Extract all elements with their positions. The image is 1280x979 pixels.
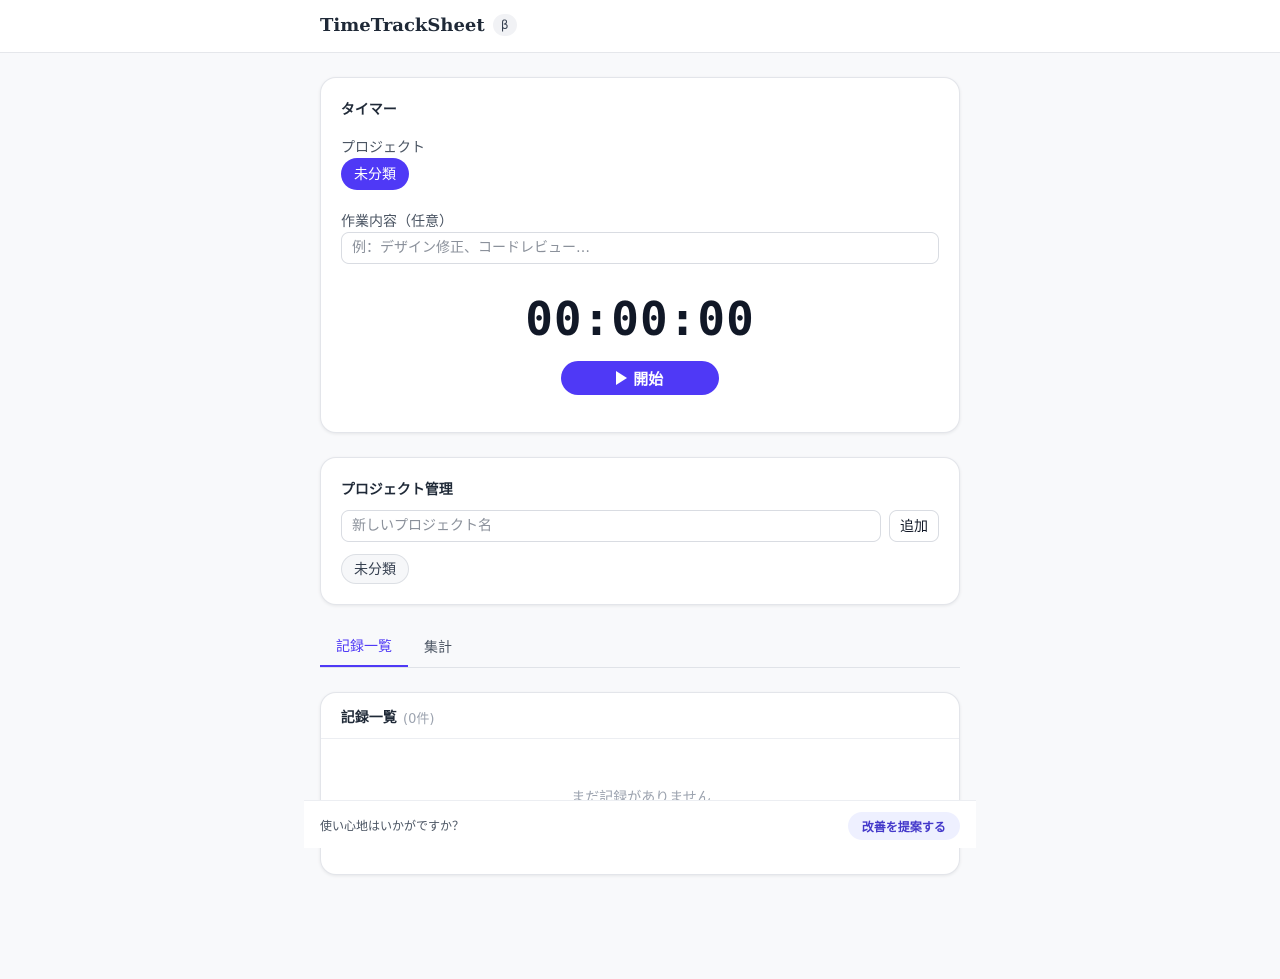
- project-management-title: プロジェクト管理: [341, 482, 453, 498]
- suggest-improvement-button[interactable]: 改善を提案する: [848, 812, 960, 840]
- play-icon: [616, 371, 628, 385]
- records-header: 記録一覧 (0件): [321, 693, 959, 739]
- timer-card-title: タイマー: [341, 102, 397, 118]
- task-label: 作業内容（任意）: [341, 214, 453, 230]
- start-button[interactable]: 開始: [561, 361, 719, 395]
- tab-records[interactable]: 記録一覧: [320, 626, 408, 667]
- new-project-input[interactable]: [341, 510, 881, 542]
- tab-summary[interactable]: 集計: [408, 626, 468, 667]
- start-button-label: 開始: [633, 370, 664, 388]
- task-input[interactable]: [341, 232, 939, 264]
- feedback-bar: 使い心地はいかがですか？ 改善を提案する: [304, 800, 976, 848]
- add-project-button[interactable]: 追加: [889, 510, 939, 542]
- project-label: プロジェクト: [341, 140, 425, 156]
- project-chip-selected[interactable]: 未分類: [341, 158, 409, 190]
- app-title: TimeTrackSheet: [320, 14, 485, 36]
- top-bar: TimeTrackSheet β: [0, 0, 1280, 53]
- project-management-card: プロジェクト管理 追加 未分類: [320, 457, 960, 605]
- brand: TimeTrackSheet β: [320, 14, 517, 36]
- view-tabs: 記録一覧 集計: [320, 626, 960, 668]
- records-title: 記録一覧: [341, 710, 397, 726]
- timer-display: 00:00:00: [525, 292, 755, 346]
- project-chip[interactable]: 未分類: [341, 554, 409, 584]
- beta-badge: β: [492, 14, 517, 36]
- records-count: (0件): [403, 712, 435, 727]
- feedback-prompt: 使い心地はいかがですか？: [320, 819, 465, 833]
- timer-card: タイマー プロジェクト 未分類 作業内容（任意） 00:00:00 開始: [320, 77, 960, 433]
